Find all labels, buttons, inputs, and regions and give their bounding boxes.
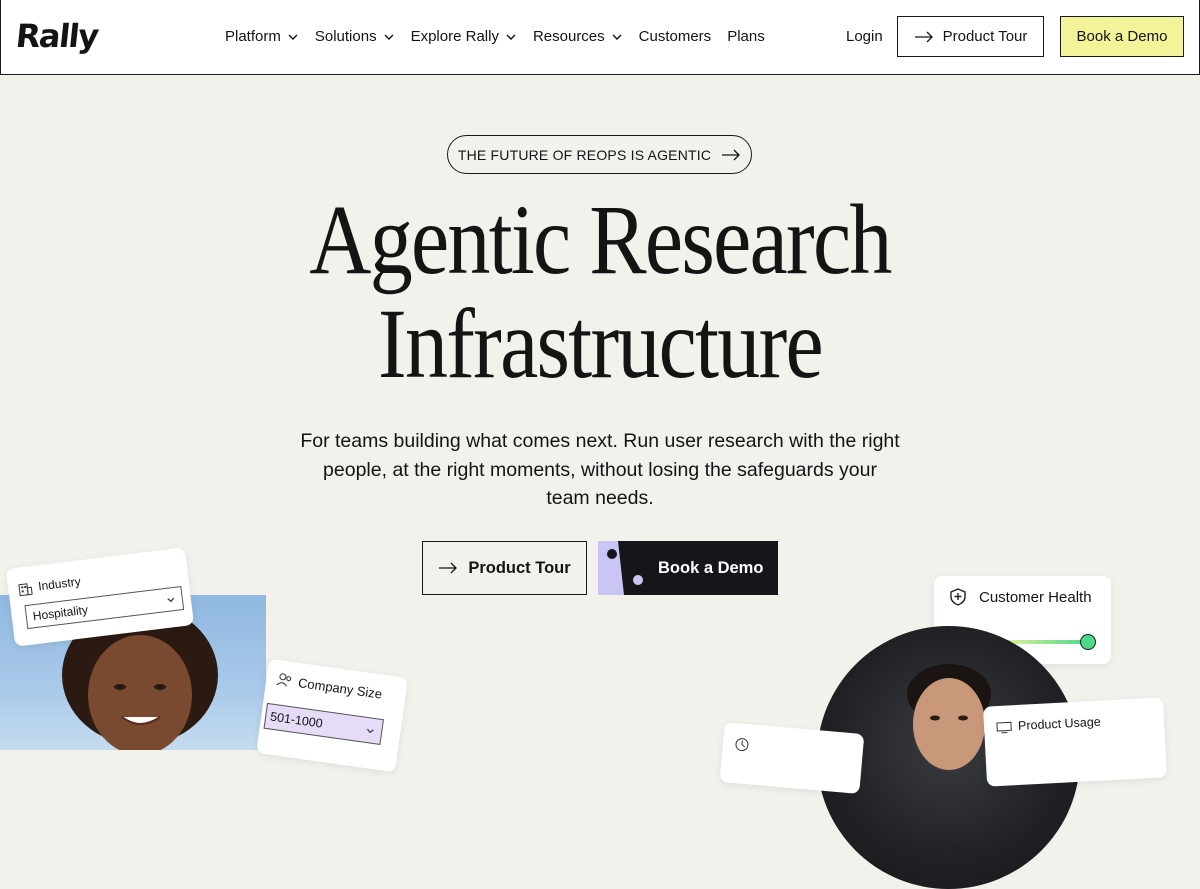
site-header: Rally Platform Solutions Explore Rally R… [0, 0, 1200, 75]
industry-label: Industry [37, 574, 82, 594]
arrow-right-icon [914, 31, 933, 42]
partial-filter-card [719, 722, 865, 794]
hero-title-line-1: Agentic Research [309, 184, 892, 295]
chevron-down-icon [384, 34, 394, 40]
product-usage-label: Product Usage [1017, 714, 1102, 733]
customer-health-label: Customer Health [979, 589, 1092, 606]
chevron-down-icon [288, 34, 298, 40]
decorative-shape-icon [598, 541, 643, 595]
nav-solutions[interactable]: Solutions [315, 27, 395, 47]
nav-plans[interactable]: Plans [727, 27, 765, 47]
nav-platform-label: Platform [225, 28, 281, 45]
chevron-down-icon [366, 728, 374, 734]
nav-solutions-label: Solutions [314, 28, 377, 45]
announcement-pill[interactable]: THE FUTURE OF REOPS IS AGENTIC [447, 135, 752, 174]
rally-logo[interactable]: Rally [14, 17, 100, 55]
arrow-right-icon [722, 149, 741, 160]
hero-title: Agentic Research Infrastructure [84, 188, 1116, 396]
hero-product-tour-button[interactable]: Product Tour [422, 541, 587, 595]
industry-select[interactable]: Hospitality [24, 586, 185, 630]
monitor-icon [996, 721, 1012, 734]
company-size-label: Company Size [297, 675, 384, 702]
header-book-demo-label: Book a Demo [1076, 28, 1168, 45]
hero-book-demo-button[interactable]: Book a Demo [598, 541, 778, 595]
nav-resources-label: Resources [532, 28, 605, 45]
arrow-right-icon [439, 562, 458, 574]
nav-plans-label: Plans [727, 28, 765, 45]
header-book-demo-button[interactable]: Book a Demo [1060, 16, 1184, 57]
nav-platform[interactable]: Platform [225, 27, 299, 47]
hero-subtitle: For teams building what comes next. Run … [300, 430, 900, 509]
announcement-text: THE FUTURE OF REOPS IS AGENTIC [457, 146, 712, 163]
users-icon [276, 673, 292, 687]
industry-value: Hospitality [32, 602, 89, 624]
building-icon [18, 583, 33, 597]
nav-explore-rally[interactable]: Explore Rally [411, 27, 517, 47]
shield-icon [950, 588, 966, 606]
company-size-select[interactable]: 501-1000 [263, 702, 384, 746]
login-link[interactable]: Login [846, 27, 883, 47]
company-size-value: 501-1000 [269, 709, 324, 731]
health-slider-handle[interactable] [1080, 634, 1096, 650]
hero-book-demo-label: Book a Demo [658, 558, 764, 577]
company-size-card: Company Size 501-1000 [256, 658, 408, 773]
header-product-tour-label: Product Tour [942, 28, 1028, 45]
chevron-down-icon [612, 34, 622, 40]
chevron-down-icon [506, 34, 516, 40]
hero-product-tour-label: Product Tour [468, 558, 571, 577]
chevron-down-icon [167, 597, 175, 603]
main-nav: Platform Solutions Explore Rally Resourc… [225, 27, 765, 47]
hero-title-line-2: Infrastructure [378, 288, 824, 399]
product-usage-card: Product Usage [983, 697, 1167, 787]
nav-resources[interactable]: Resources [533, 27, 623, 47]
nav-customers[interactable]: Customers [639, 27, 712, 47]
nav-customers-label: Customers [638, 28, 712, 45]
header-product-tour-button[interactable]: Product Tour [897, 16, 1044, 57]
nav-explore-label: Explore Rally [410, 28, 499, 45]
